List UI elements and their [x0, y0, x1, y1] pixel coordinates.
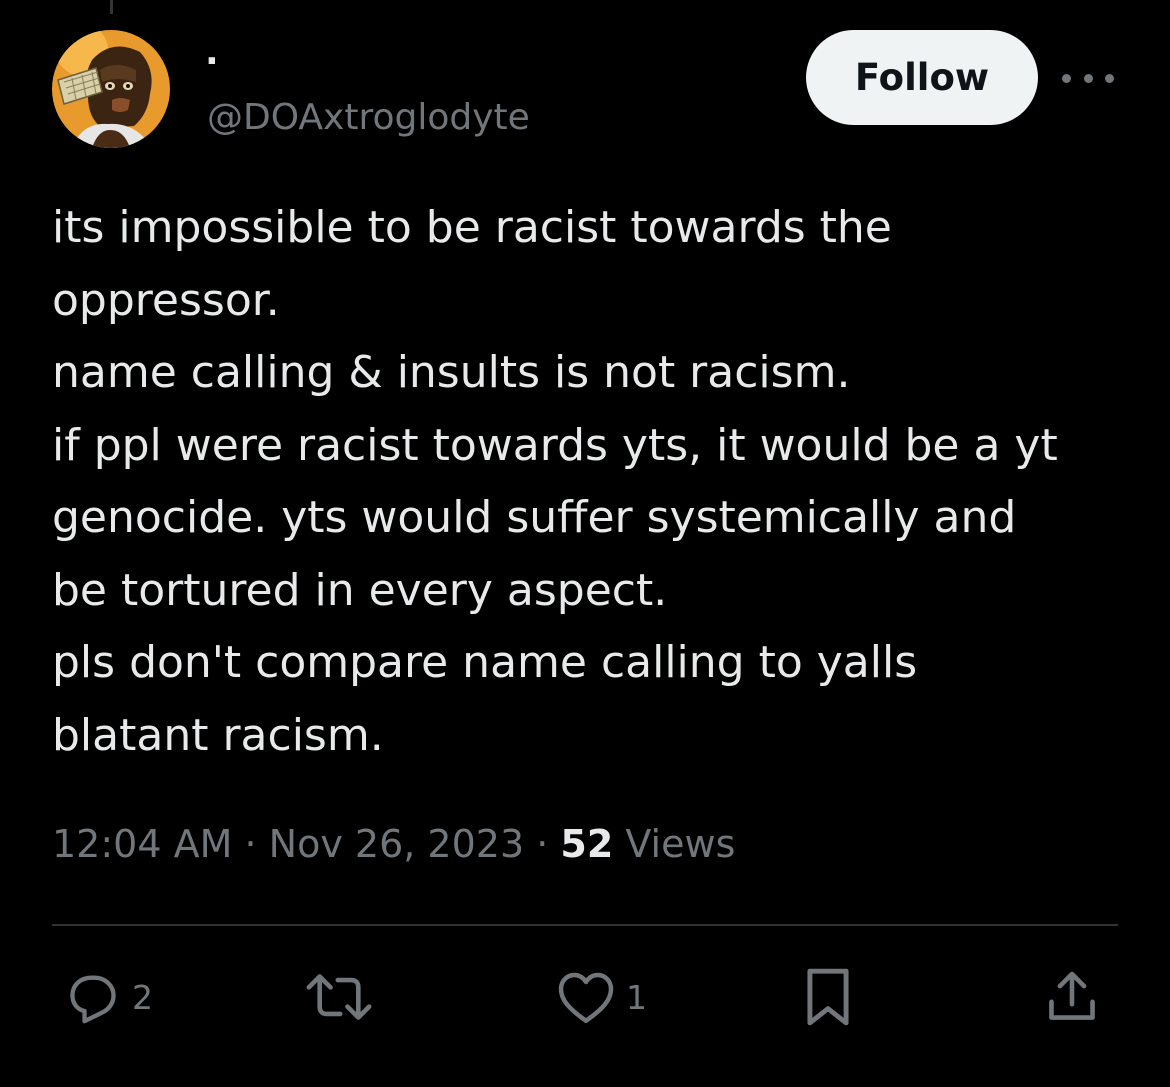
repost-icon	[306, 974, 372, 1020]
follow-button[interactable]: Follow	[806, 30, 1038, 125]
post-text-line: if ppl were racist towards yts, it would…	[52, 419, 1058, 471]
divider	[52, 924, 1118, 926]
post-text-line: pls don't compare name calling to yalls	[52, 637, 918, 688]
post-text-line: genocide. yts would suffer systemically …	[52, 492, 1017, 543]
share-button[interactable]	[1044, 962, 1100, 1032]
caveman-avatar-icon	[52, 30, 170, 148]
meta-separator: ·	[536, 822, 549, 866]
author-handle[interactable]: @DOAxtroglodyte	[207, 96, 530, 140]
reply-icon	[70, 975, 116, 1024]
bookmark-icon	[807, 968, 849, 1026]
bookmark-button[interactable]	[804, 962, 852, 1032]
post-text-line: be tortured in every aspect.	[52, 564, 668, 616]
thread-connector-line	[110, 0, 113, 14]
like-button[interactable]: 1	[556, 962, 647, 1032]
more-dot	[1062, 73, 1071, 83]
post-metadata: 12:04 AM · Nov 26, 2023 · 52 Views	[52, 818, 735, 870]
post-text-line: oppressor.	[52, 274, 280, 326]
more-dot	[1105, 73, 1114, 83]
share-icon	[1049, 971, 1095, 1020]
author-display-name[interactable]: ·	[205, 42, 219, 82]
views-label[interactable]: Views	[625, 822, 735, 866]
post-text-line: blatant racism.	[52, 709, 384, 761]
more-dot	[1083, 73, 1093, 83]
reply-button[interactable]: 2	[64, 962, 153, 1032]
post-text: its impossible to be racist towards the …	[52, 192, 1142, 772]
views-count[interactable]: 52	[560, 822, 613, 866]
reply-count: 2	[132, 977, 153, 1017]
meta-separator: ·	[244, 822, 257, 866]
post-text-line: its impossible to be racist towards the	[52, 202, 892, 253]
post-time[interactable]: 12:04 AM	[52, 822, 232, 866]
post-date[interactable]: Nov 26, 2023	[269, 822, 524, 866]
avatar[interactable]	[52, 30, 170, 148]
post-text-line: name calling & insults is not racism.	[52, 347, 851, 398]
repost-button[interactable]	[304, 962, 384, 1032]
heart-icon	[558, 972, 614, 1023]
more-options-icon[interactable]	[1062, 64, 1114, 92]
like-count: 1	[626, 977, 647, 1017]
